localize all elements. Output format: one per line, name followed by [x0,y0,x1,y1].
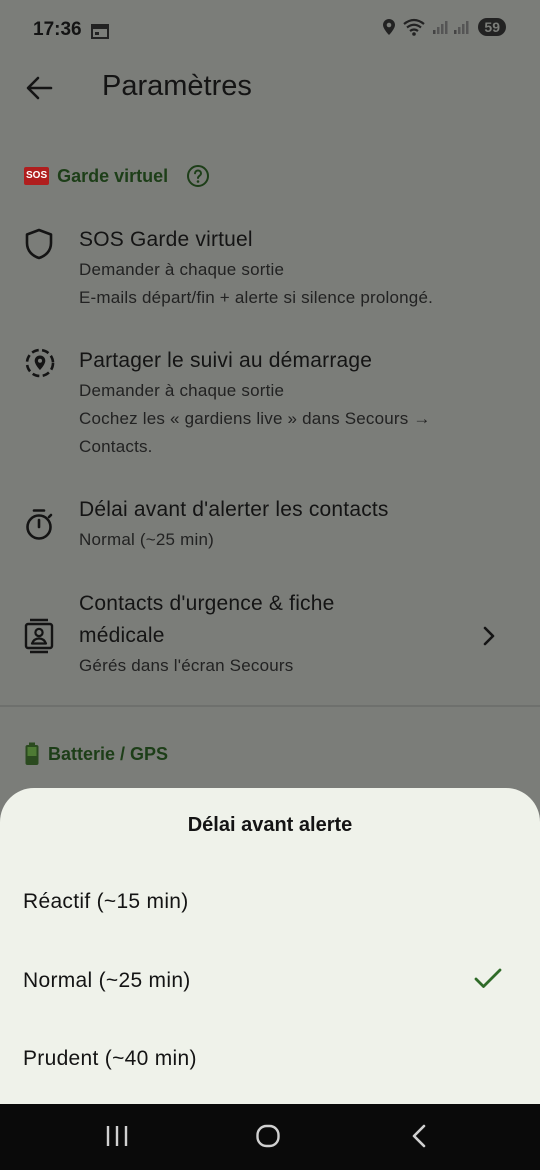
check-icon [474,968,502,988]
sos-icon: SOS [24,167,50,185]
setting-subtitle: Normal (~25 min) [79,530,214,549]
section-title: Garde virtuel [57,165,169,186]
section-header-battery: Batterie / GPS [24,742,168,766]
location-icon [383,19,396,35]
option-label: Réactif (~15 min) [23,890,189,913]
wifi-icon [403,18,426,36]
setting-title: Délai avant d'alerter les contacts [79,498,389,521]
help-icon[interactable] [186,164,210,188]
section-title: Batterie / GPS [48,743,169,764]
setting-emergency-contacts[interactable]: Contacts d'urgence & fiche médicale Géré… [0,588,540,684]
shield-icon [25,228,53,260]
page-title: Paramètres [102,70,252,102]
timer-icon [26,509,53,540]
setting-title: Partager le suivi au démarrage [79,349,373,372]
option-label: Prudent (~40 min) [23,1047,197,1070]
status-icons: 59 [382,18,506,36]
app-bar: Paramètres [0,62,540,114]
option-label: Normal (~25 min) [23,969,191,992]
share-location-icon [25,348,55,378]
setting-subtitle: Demander à chaque sortie [79,260,285,279]
status-bar: 17:36 59 [0,0,540,62]
back-arrow-icon[interactable] [24,74,54,102]
system-nav-bar [0,1104,540,1170]
recents-icon[interactable] [105,1123,129,1149]
setting-subtitle: E-mails départ/fin + alerte si silence p… [79,288,434,307]
setting-subtitle: Demander à chaque sortie [79,381,285,400]
setting-title: Contacts d'urgence & fiche [79,592,335,615]
calendar-icon [91,24,109,39]
divider [0,705,540,707]
contact-card-icon [24,618,54,654]
battery-icon [25,742,39,765]
setting-subtitle: Cochez les « gardiens live » dans Secour… [79,409,431,428]
setting-subtitle: Contacts. [79,437,153,456]
section-header-garde: SOS Garde virtuel [24,164,210,188]
setting-subtitle: Gérés dans l'écran Secours [79,656,294,675]
battery-indicator: 59 [478,18,506,36]
sheet-title: Délai avant alerte [187,814,353,836]
option-cautious[interactable]: Prudent (~40 min) [0,1025,540,1097]
setting-title: médicale [79,624,165,647]
status-time: 17:36 [33,19,82,40]
chevron-right-icon [483,626,495,646]
option-normal[interactable]: Normal (~25 min) [0,947,540,1019]
setting-sos-garde[interactable]: SOS Garde virtuel Demander à chaque sort… [0,224,540,324]
signal-icon [433,21,469,34]
option-reactive[interactable]: Réactif (~15 min) [0,868,540,940]
bottom-sheet: Délai avant alerte Réactif (~15 min) Nor… [0,788,540,1104]
home-icon[interactable] [255,1123,281,1149]
setting-share-tracking[interactable]: Partager le suivi au démarrage Demander … [0,345,540,465]
setting-title: SOS Garde virtuel [79,228,253,251]
setting-alert-delay[interactable]: Délai avant d'alerter les contacts Norma… [0,494,540,558]
nav-back-icon[interactable] [409,1123,429,1149]
